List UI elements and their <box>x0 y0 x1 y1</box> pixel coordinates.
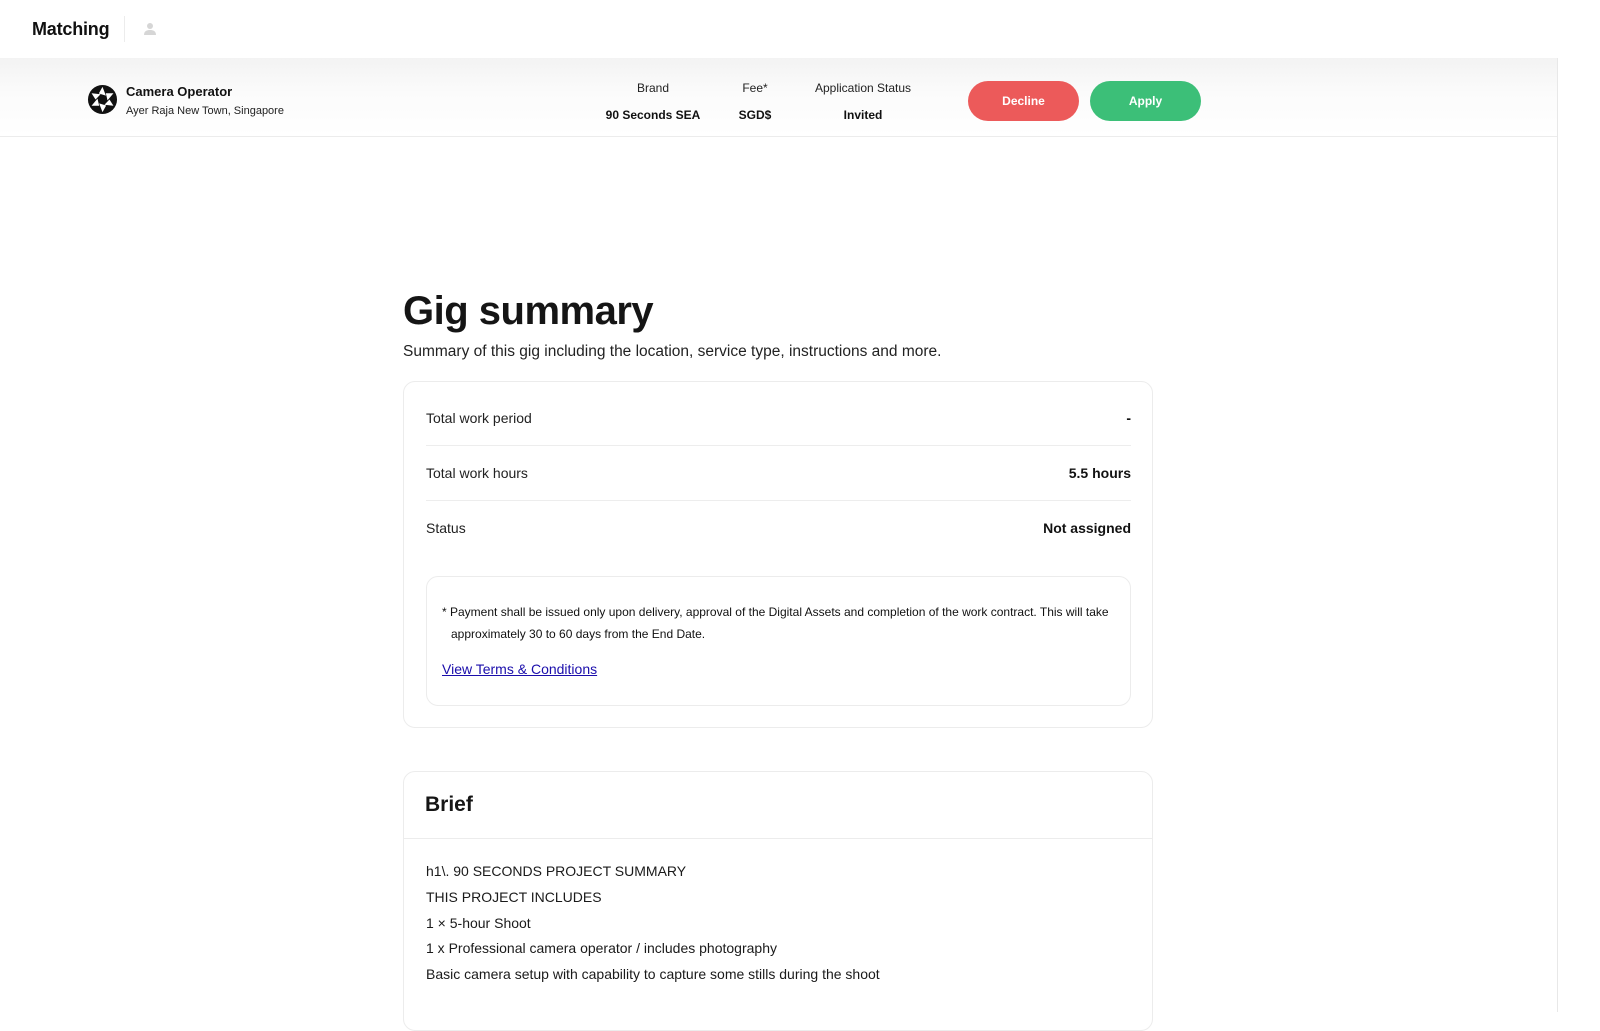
brief-title: Brief <box>425 793 473 816</box>
brand-column: Brand 90 Seconds SEA <box>598 80 708 123</box>
payment-note-box: * Payment shall be issued only upon deli… <box>426 576 1131 706</box>
camera-aperture-icon <box>87 84 118 115</box>
brand-label: Brand <box>636 81 670 95</box>
payment-note: * Payment shall be issued only upon deli… <box>442 605 1109 641</box>
brief-line: h1\. 90 SECONDS PROJECT SUMMARY <box>426 863 687 879</box>
brief-line: THIS PROJECT INCLUDES <box>426 888 602 905</box>
gig-location: Ayer Raja New Town, Singapore <box>126 105 284 117</box>
gig-role: Camera Operator <box>126 84 233 99</box>
row-value: 5.5 hours <box>1068 464 1131 481</box>
brief-line: 1 × 5-hour Shoot <box>426 914 531 931</box>
gig-header: Camera Operator Ayer Raja New Town, Sing… <box>0 58 1558 137</box>
brief-header: Brief <box>404 772 1152 839</box>
topbar-divider <box>124 16 126 42</box>
brief-line: 1 x Professional camera operator / inclu… <box>426 940 777 957</box>
row-label: Status <box>426 520 466 536</box>
summary-card: Total work period - Total work hours 5.5… <box>403 381 1153 728</box>
row-value: - <box>1126 409 1131 426</box>
application-status-column: Application Status Invited <box>805 80 921 123</box>
row-label: Total work hours <box>426 464 528 481</box>
top-bar: Matching <box>0 0 1600 58</box>
apply-button[interactable]: Apply <box>1090 81 1201 121</box>
fee-label: Fee* <box>742 81 768 95</box>
fee-value: SGD$ <box>738 108 772 122</box>
brief-line: Basic camera setup with capability to ca… <box>426 966 880 983</box>
brief-content: h1\. 90 SECONDS PROJECT SUMMARY THIS PRO… <box>404 839 1152 988</box>
fee-column: Fee* SGD$ <box>727 80 783 123</box>
decline-button[interactable]: Decline <box>968 81 1079 121</box>
terms-link[interactable]: View Terms & Conditions <box>442 661 597 677</box>
summary-row-status: Status Not assigned <box>426 500 1131 556</box>
summary-row-work-period: Total work period - <box>426 390 1131 446</box>
page-subtitle: Summary of this gig including the locati… <box>403 343 942 360</box>
scroll-track <box>1557 58 1558 1012</box>
application-status-label: Application Status <box>814 81 912 95</box>
application-status-value: Invited <box>843 108 883 122</box>
row-value: Not assigned <box>1043 520 1131 536</box>
user-icon[interactable] <box>142 21 158 37</box>
summary-row-work-hours: Total work hours 5.5 hours <box>426 445 1131 501</box>
row-label: Total work period <box>426 409 532 426</box>
brief-card: Brief h1\. 90 SECONDS PROJECT SUMMARY TH… <box>403 771 1153 1031</box>
brand-value: 90 Seconds SEA <box>605 108 701 122</box>
page-title: Gig summary <box>403 289 654 333</box>
app-title: Matching <box>32 18 110 39</box>
